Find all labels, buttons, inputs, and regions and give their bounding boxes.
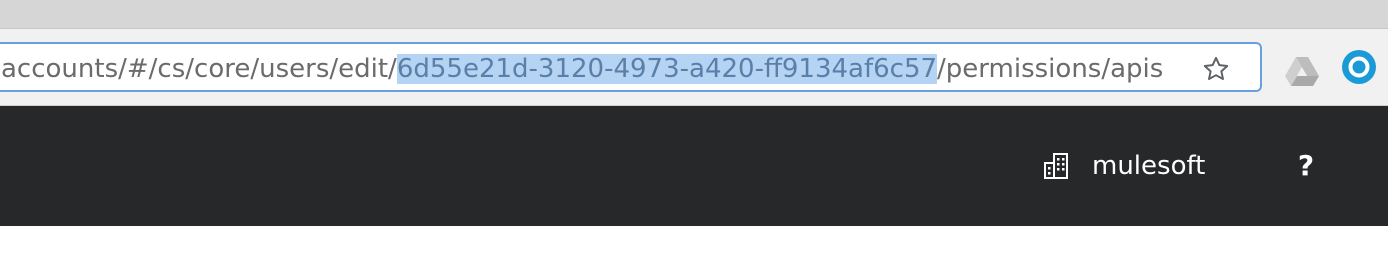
google-drive-icon[interactable]	[1284, 55, 1320, 87]
org-selector[interactable]: mulesoft	[1042, 150, 1205, 182]
url-prefix: accounts/#/cs/core/users/edit/	[1, 54, 397, 84]
page-content	[0, 226, 1388, 256]
address-bar[interactable]: accounts/#/cs/core/users/edit/6d55e21d-3…	[0, 42, 1262, 92]
question-icon[interactable]: ?	[1290, 150, 1322, 182]
building-icon	[1042, 152, 1070, 180]
circle-extension-icon[interactable]	[1342, 50, 1376, 84]
app-header: mulesoft ?	[0, 106, 1388, 226]
star-icon[interactable]	[1200, 53, 1232, 85]
url-suffix: /permissions/apis	[937, 54, 1164, 84]
browser-toolbar: accounts/#/cs/core/users/edit/6d55e21d-3…	[0, 29, 1388, 106]
browser-tab-strip	[0, 0, 1388, 29]
url-selected-text: 6d55e21d-3120-4973-a420-ff9134af6c57	[396, 54, 938, 84]
org-name: mulesoft	[1092, 151, 1206, 181]
address-bar-url[interactable]: accounts/#/cs/core/users/edit/6d55e21d-3…	[0, 52, 1204, 86]
